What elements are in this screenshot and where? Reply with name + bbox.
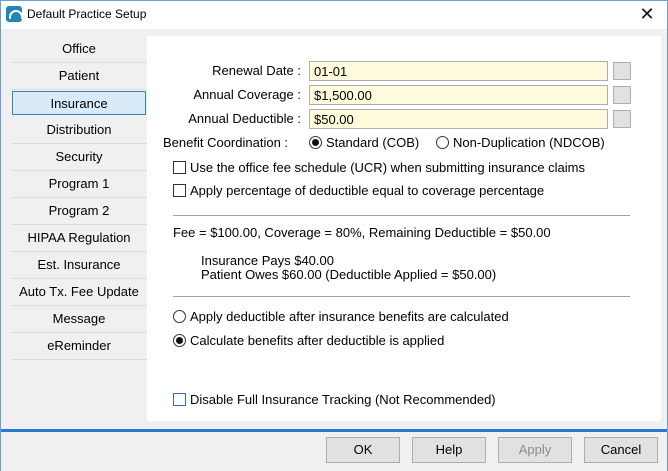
sidebar-item-ereminder[interactable]: eReminder xyxy=(11,333,147,360)
benefit-coordination-label: Benefit Coordination : xyxy=(163,135,289,150)
deductible-percentage-label: Apply percentage of deductible equal to … xyxy=(190,183,545,198)
sidebar-item-hipaa-regulation[interactable]: HIPAA Regulation xyxy=(11,225,147,252)
sidebar: Office Patient Insurance Distribution Se… xyxy=(11,36,147,360)
annual-deductible-button[interactable] xyxy=(613,110,631,128)
annual-deductible-label: Annual Deductible : xyxy=(188,111,301,126)
window-title: Default Practice Setup xyxy=(27,7,147,21)
deductible-after-label: Apply deductible after insurance benefit… xyxy=(190,309,509,324)
close-button[interactable]: ✕ xyxy=(635,3,659,25)
title-bar: Default Practice Setup ✕ xyxy=(1,1,667,29)
insurance-pays-text: Insurance Pays $40.00 xyxy=(201,253,334,268)
sidebar-item-security[interactable]: Security xyxy=(11,144,147,171)
annual-coverage-label: Annual Coverage : xyxy=(193,87,301,102)
example-calculation-text: Fee = $100.00, Coverage = 80%, Remaining… xyxy=(173,225,551,240)
ucr-fee-schedule-option[interactable]: Use the office fee schedule (UCR) when s… xyxy=(173,160,585,175)
renewal-date-input[interactable] xyxy=(309,61,608,81)
sidebar-item-insurance[interactable]: Insurance xyxy=(12,91,146,115)
ok-button[interactable]: OK xyxy=(326,437,400,463)
disable-tracking-checkbox[interactable] xyxy=(173,393,186,406)
app-logo-icon xyxy=(6,6,23,22)
insurance-settings-panel: Renewal Date : Annual Coverage : Annual … xyxy=(147,36,661,421)
sidebar-item-office[interactable]: Office xyxy=(11,36,147,63)
sidebar-item-program-2[interactable]: Program 2 xyxy=(11,198,147,225)
benefit-standard-label: Standard (COB) xyxy=(326,135,420,150)
renewal-date-picker-button[interactable] xyxy=(613,62,631,80)
annual-deductible-input[interactable] xyxy=(309,109,608,129)
renewal-date-label: Renewal Date : xyxy=(212,63,301,78)
cancel-button[interactable]: Cancel xyxy=(584,437,658,463)
deductible-after-option[interactable]: Apply deductible after insurance benefit… xyxy=(173,309,509,324)
dialog-window: Default Practice Setup ✕ Office Patient … xyxy=(0,0,668,471)
sidebar-item-message[interactable]: Message xyxy=(11,306,147,333)
patient-owes-text: Patient Owes $60.00 (Deductible Applied … xyxy=(201,267,497,282)
divider xyxy=(173,296,630,297)
deductible-before-option[interactable]: Calculate benefits after deductible is a… xyxy=(173,333,444,348)
sidebar-item-distribution[interactable]: Distribution xyxy=(11,117,147,144)
benefit-standard-option[interactable]: Standard (COB) xyxy=(309,135,419,150)
annual-coverage-button[interactable] xyxy=(613,86,631,104)
annual-coverage-input[interactable] xyxy=(309,85,608,105)
apply-button[interactable]: Apply xyxy=(498,437,572,463)
deductible-before-radio[interactable] xyxy=(173,334,186,347)
divider xyxy=(173,215,630,216)
deductible-percentage-checkbox[interactable] xyxy=(173,184,186,197)
deductible-percentage-option[interactable]: Apply percentage of deductible equal to … xyxy=(173,183,544,198)
benefit-nonduplication-option[interactable]: Non-Duplication (NDCOB) xyxy=(436,135,605,150)
benefit-nonduplication-radio[interactable] xyxy=(436,136,449,149)
deductible-after-radio[interactable] xyxy=(173,310,186,323)
benefit-standard-radio[interactable] xyxy=(309,136,322,149)
ucr-fee-schedule-checkbox[interactable] xyxy=(173,161,186,174)
sidebar-item-est-insurance[interactable]: Est. Insurance xyxy=(11,252,147,279)
deductible-before-label: Calculate benefits after deductible is a… xyxy=(190,333,445,348)
disable-tracking-option[interactable]: Disable Full Insurance Tracking (Not Rec… xyxy=(173,392,496,407)
help-button[interactable]: Help xyxy=(412,437,486,463)
sidebar-item-patient[interactable]: Patient xyxy=(11,63,147,90)
sidebar-item-program-1[interactable]: Program 1 xyxy=(11,171,147,198)
benefit-nonduplication-label: Non-Duplication (NDCOB) xyxy=(453,135,605,150)
sidebar-item-auto-tx-fee-update[interactable]: Auto Tx. Fee Update xyxy=(11,279,147,306)
ucr-fee-schedule-label: Use the office fee schedule (UCR) when s… xyxy=(190,160,585,175)
disable-tracking-label: Disable Full Insurance Tracking (Not Rec… xyxy=(190,392,496,407)
